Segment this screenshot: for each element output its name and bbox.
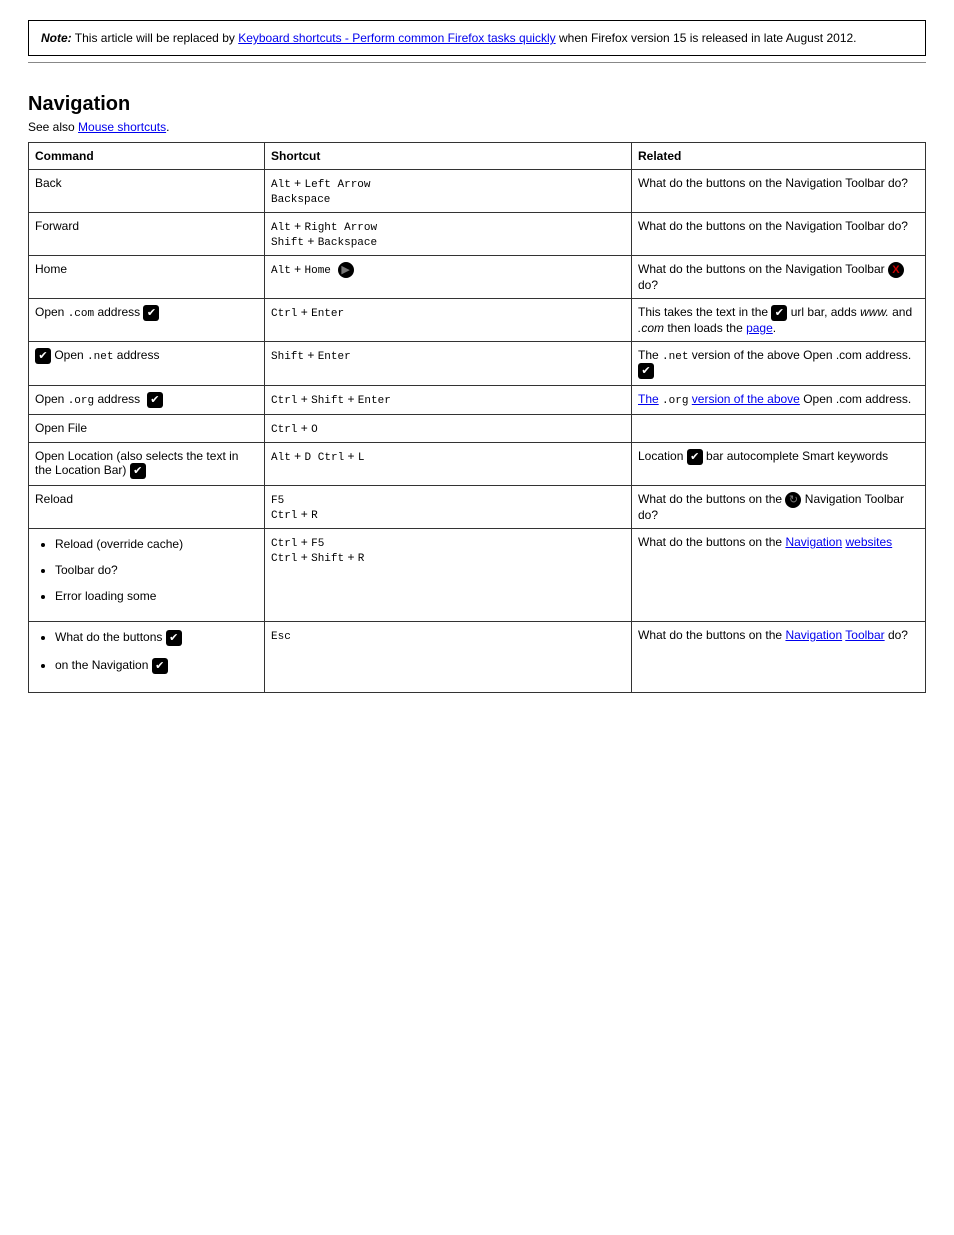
table-row: Reload (override cache)Toolbar do?Error … bbox=[29, 529, 926, 622]
table-header-row: Command Shortcut Related bbox=[29, 143, 926, 170]
x-icon: X bbox=[888, 262, 904, 278]
note-link[interactable]: Keyboard shortcuts - Perform common Fire… bbox=[238, 31, 555, 45]
cell-related: What do the buttons on the Navigation we… bbox=[632, 529, 926, 622]
check-icon: ✔ bbox=[771, 305, 787, 321]
cell-command: Back bbox=[29, 170, 265, 213]
table-row: Open FileCtrl + O bbox=[29, 415, 926, 443]
cell-related: The .org version of the above Open .com … bbox=[632, 386, 926, 415]
version-link[interactable]: version of the above bbox=[692, 392, 800, 406]
check-icon: ✔ bbox=[166, 630, 182, 646]
note-box: Note: This article will be replaced by K… bbox=[28, 20, 926, 56]
websites-link[interactable]: websites bbox=[845, 535, 892, 549]
cell-command: Open .com address ✔ bbox=[29, 299, 265, 342]
cell-command: What do the buttons ✔on the Navigation ✔ bbox=[29, 622, 265, 693]
cell-command: Open Location (also selects the text in … bbox=[29, 443, 265, 486]
cell-shortcut: Alt + D Ctrl + L bbox=[265, 443, 632, 486]
cell-shortcut: F5Ctrl + R bbox=[265, 486, 632, 529]
shortcut-table: Command Shortcut Related BackAlt + Left … bbox=[28, 142, 926, 693]
section-title: Navigation bbox=[28, 93, 926, 116]
check-icon: ✔ bbox=[638, 363, 654, 379]
divider bbox=[28, 62, 926, 63]
cell-command: Open File bbox=[29, 415, 265, 443]
cell-shortcut: Alt + Left ArrowBackspace bbox=[265, 170, 632, 213]
mouse-shortcuts-link[interactable]: Mouse shortcuts bbox=[78, 120, 166, 134]
cell-shortcut: Shift + Enter bbox=[265, 342, 632, 386]
cell-command: ✔ Open .net address bbox=[29, 342, 265, 386]
col-related: Related bbox=[632, 143, 926, 170]
table-row: What do the buttons ✔on the Navigation ✔… bbox=[29, 622, 926, 693]
cell-shortcut: Ctrl + Enter bbox=[265, 299, 632, 342]
table-row: Open .org address ✔Ctrl + Shift + EnterT… bbox=[29, 386, 926, 415]
cell-shortcut: Ctrl + O bbox=[265, 415, 632, 443]
check-icon: ✔ bbox=[152, 658, 168, 674]
check-icon: ✔ bbox=[143, 305, 159, 321]
toolbar-link[interactable]: Toolbar bbox=[845, 628, 884, 642]
cell-shortcut: Ctrl + F5Ctrl + Shift + R bbox=[265, 529, 632, 622]
intro-after: . bbox=[166, 120, 169, 134]
the-link[interactable]: The bbox=[638, 392, 659, 406]
cell-related: What do the buttons on the Navigation To… bbox=[632, 622, 926, 693]
reload-icon: ↻ bbox=[785, 492, 801, 508]
cell-command: Home bbox=[29, 256, 265, 299]
cell-command: Forward bbox=[29, 213, 265, 256]
check-icon: ✔ bbox=[687, 449, 703, 465]
cell-shortcut: Alt + Home ▶ bbox=[265, 256, 632, 299]
cell-related: The .net version of the above Open .com … bbox=[632, 342, 926, 386]
table-row: ForwardAlt + Right ArrowShift + Backspac… bbox=[29, 213, 926, 256]
table-row: Open Location (also selects the text in … bbox=[29, 443, 926, 486]
cell-command: Reload bbox=[29, 486, 265, 529]
table-row: ReloadF5Ctrl + RWhat do the buttons on t… bbox=[29, 486, 926, 529]
col-shortcut: Shortcut bbox=[265, 143, 632, 170]
page-link[interactable]: page bbox=[746, 321, 773, 335]
cell-related: What do the buttons on the ↻ Navigation … bbox=[632, 486, 926, 529]
check-icon: ✔ bbox=[147, 392, 163, 408]
table-row: HomeAlt + Home ▶What do the buttons on t… bbox=[29, 256, 926, 299]
cell-command: Open .org address ✔ bbox=[29, 386, 265, 415]
cell-shortcut: Esc bbox=[265, 622, 632, 693]
go-icon: ▶ bbox=[338, 262, 354, 278]
cell-related: What do the buttons on the Navigation To… bbox=[632, 170, 926, 213]
cell-related: This takes the text in the ✔ url bar, ad… bbox=[632, 299, 926, 342]
note-label: Note: bbox=[41, 31, 72, 45]
intro-text: See also Mouse shortcuts. bbox=[28, 120, 926, 134]
table-row: ✔ Open .net addressShift + EnterThe .net… bbox=[29, 342, 926, 386]
table-row: BackAlt + Left ArrowBackspaceWhat do the… bbox=[29, 170, 926, 213]
cell-command: Reload (override cache)Toolbar do?Error … bbox=[29, 529, 265, 622]
cell-related bbox=[632, 415, 926, 443]
cell-related: What do the buttons on the Navigation To… bbox=[632, 213, 926, 256]
note-text-after: when Firefox version 15 is released in l… bbox=[559, 31, 857, 45]
note-text-before: This article will be replaced by bbox=[75, 31, 238, 45]
cell-related: Location ✔ bar autocomplete Smart keywor… bbox=[632, 443, 926, 486]
col-command: Command bbox=[29, 143, 265, 170]
intro-before: See also bbox=[28, 120, 78, 134]
check-icon: ✔ bbox=[130, 463, 146, 479]
table-row: Open .com address ✔Ctrl + EnterThis take… bbox=[29, 299, 926, 342]
cell-shortcut: Alt + Right ArrowShift + Backspace bbox=[265, 213, 632, 256]
navigation-link[interactable]: Navigation bbox=[785, 535, 842, 549]
check-icon: ✔ bbox=[35, 348, 51, 364]
navigation-link-2[interactable]: Navigation bbox=[785, 628, 842, 642]
cell-shortcut: Ctrl + Shift + Enter bbox=[265, 386, 632, 415]
cell-related: What do the buttons on the Navigation To… bbox=[632, 256, 926, 299]
